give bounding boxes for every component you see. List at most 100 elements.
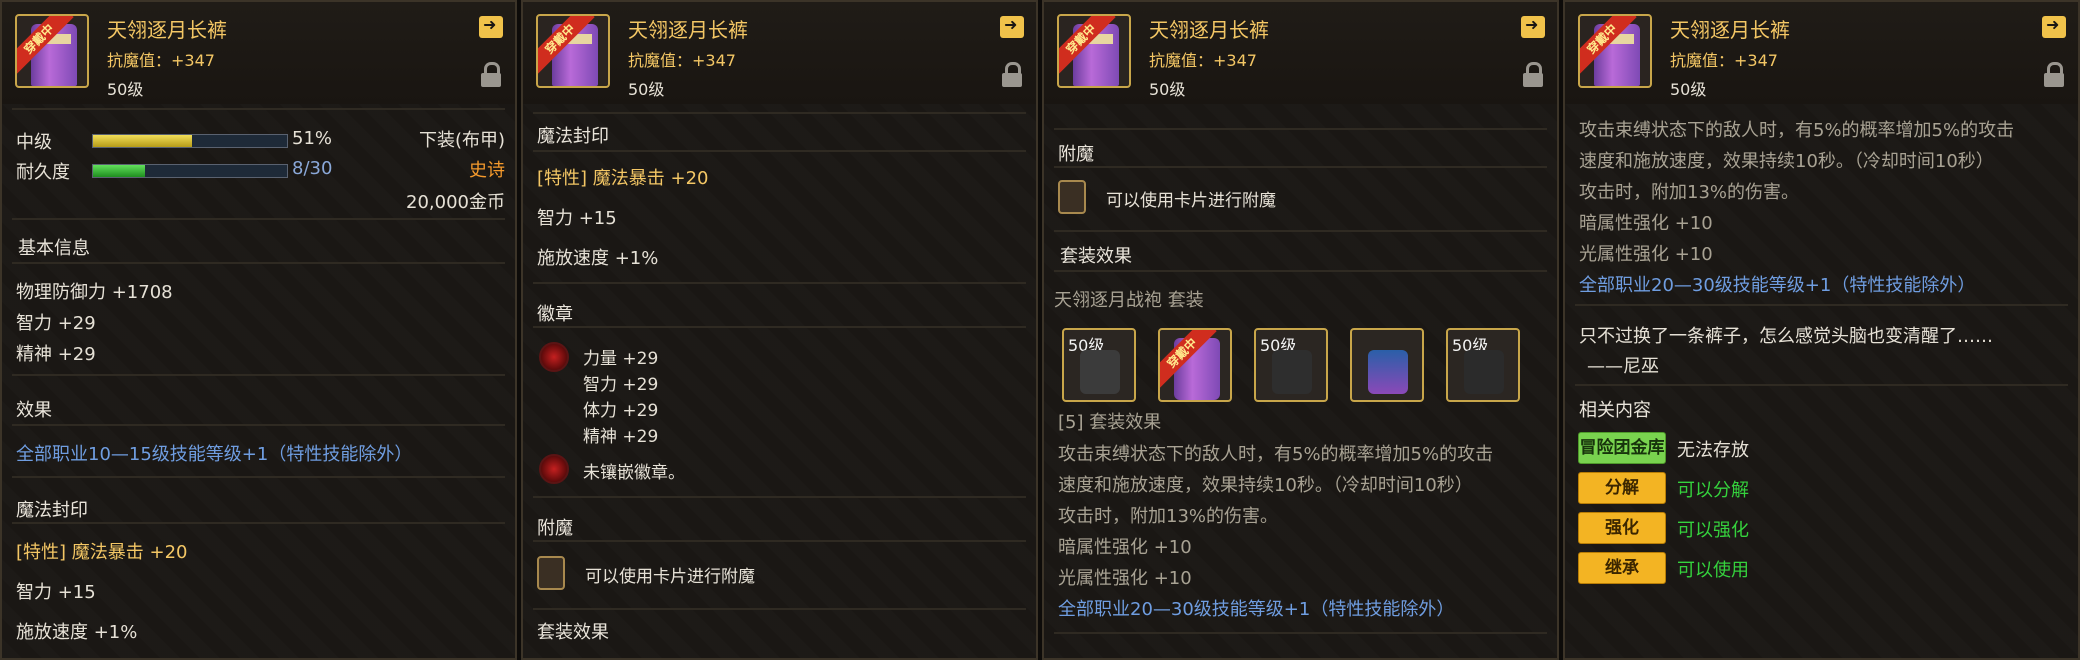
item-resist: 抗魔值：+347 [628, 51, 736, 70]
emblem-header: 徽章 [537, 304, 573, 325]
divider [1054, 230, 1547, 232]
share-icon[interactable] [1521, 15, 1545, 38]
item-header: 穿戴中 天翎逐月长裤 抗魔值：+347 50级 [1044, 2, 1557, 104]
item-name: 天翎逐月长裤 [628, 18, 748, 42]
set-effect-line: 暗属性强化 +10 [1579, 213, 1713, 234]
set-effect-header: 套装效果 [537, 622, 609, 643]
seal-line: 施放速度 +1% [537, 248, 659, 269]
set-effect-line: 光属性强化 +10 [1579, 244, 1713, 265]
divider [1575, 384, 2068, 386]
seal-line: [特性] 魔法暴击 +20 [16, 542, 188, 563]
enchant-header: 附魔 [1058, 144, 1094, 165]
stat-line: 精神 +29 [16, 344, 96, 365]
disassemble-status: 可以分解 [1677, 480, 1749, 501]
set-item-slot[interactable]: 50级 [1254, 328, 1328, 402]
divider [1054, 270, 1547, 272]
enchant-text: 可以使用卡片进行附魔 [585, 567, 755, 587]
set-effect-line: 攻击时，附加13%的伤害。 [1058, 506, 1279, 527]
item-header: 穿戴中 天翎逐月长裤 抗魔值：+347 50级 [2, 2, 515, 104]
item-icon: 穿戴中 [536, 14, 610, 88]
disassemble-button[interactable]: 分解 [1578, 472, 1666, 504]
vault-status: 无法存放 [1677, 440, 1749, 461]
set-effect-line: 光属性强化 +10 [1058, 568, 1192, 589]
emblem-socket-icon[interactable] [539, 342, 569, 372]
emblem-stat: 体力 +29 [583, 401, 659, 421]
item-name: 天翎逐月长裤 [1149, 18, 1269, 42]
stat-line: 智力 +29 [16, 313, 96, 334]
seal-header: 魔法封印 [537, 126, 609, 147]
emblem-stat: 智力 +29 [583, 375, 659, 395]
related-header: 相关内容 [1579, 400, 1651, 421]
share-icon[interactable] [2042, 15, 2066, 38]
seal-line: 智力 +15 [16, 582, 96, 603]
inherit-button[interactable]: 继承 [1578, 552, 1666, 584]
divider [533, 496, 1026, 498]
effect-header: 效果 [16, 400, 52, 421]
share-icon[interactable] [479, 15, 503, 38]
set-effect-line: 暗属性强化 +10 [1058, 537, 1192, 558]
set-effect-line: 攻击束缚状态下的敌人时，有5%的概率增加5%的攻击 [1058, 444, 1494, 465]
enhance-button[interactable]: 强化 [1578, 512, 1666, 544]
divider [12, 522, 505, 524]
grade-percent: 51% [292, 128, 333, 149]
divider [1575, 304, 2068, 306]
divider [12, 262, 505, 264]
shoes-icon [1464, 350, 1504, 394]
set-effect-line: 速度和施放速度，效果持续10秒。（冷却时间10秒） [1579, 151, 1994, 172]
seal-header: 魔法封印 [16, 500, 88, 521]
set-effect-line: 速度和施放速度，效果持续10秒。（冷却时间10秒） [1058, 475, 1473, 496]
divider [1054, 166, 1547, 168]
flavor-text: 只不过换了一条裤子，怎么感觉头脑也变清醒了…… [1579, 326, 1993, 347]
item-name: 天翎逐月长裤 [107, 18, 227, 42]
durability-label: 耐久度 [16, 162, 70, 183]
item-level: 50级 [107, 80, 144, 99]
shoulder-icon [1272, 350, 1312, 394]
lock-icon[interactable] [481, 62, 501, 88]
divider [533, 282, 1026, 284]
divider [533, 326, 1026, 328]
set-item-slot[interactable]: 50级 [1446, 328, 1520, 402]
item-price: 20,000金币 [406, 192, 505, 213]
item-level: 50级 [628, 80, 665, 99]
emblem-socket-icon[interactable] [539, 454, 569, 484]
durability-value: 8/30 [292, 158, 333, 179]
enhance-status: 可以强化 [1677, 520, 1749, 541]
lock-icon[interactable] [2044, 62, 2064, 88]
seal-line: 施放速度 +1% [16, 622, 138, 643]
set-item-slot[interactable]: 穿戴中 [1158, 328, 1232, 402]
divider [533, 112, 1026, 114]
item-icon: 穿戴中 [1578, 14, 1652, 88]
set-effect-header: 套装效果 [1060, 246, 1132, 267]
effect-line: 全部职业10—15级技能等级+1（特性技能除外） [16, 444, 413, 465]
durability-bar [92, 164, 288, 178]
lock-icon[interactable] [1002, 62, 1022, 88]
divider [12, 476, 505, 478]
tooltip-panel-1: 穿戴中 天翎逐月长裤 抗魔值：+347 50级 中级 51% 下装(布甲) 耐久… [0, 0, 517, 660]
divider [12, 108, 505, 110]
item-rarity: 史诗 [469, 160, 505, 181]
set-item-slot[interactable] [1350, 328, 1424, 402]
divider [533, 150, 1026, 152]
divider [12, 218, 505, 220]
lock-icon[interactable] [1523, 62, 1543, 88]
belt-icon [1368, 350, 1408, 394]
basic-info-header: 基本信息 [18, 238, 90, 259]
divider [1054, 632, 1547, 634]
set-effect-line: 攻击束缚状态下的敌人时，有5%的概率增加5%的攻击 [1579, 120, 2015, 141]
set-item-slot[interactable]: 50级 [1062, 328, 1136, 402]
set-skill-line: 全部职业20—30级技能等级+1（特性技能除外） [1579, 275, 1976, 296]
enchant-text: 可以使用卡片进行附魔 [1106, 191, 1276, 211]
item-level: 50级 [1149, 80, 1186, 99]
enchant-card-slot[interactable] [1058, 180, 1086, 214]
tooltip-panel-3: 穿戴中 天翎逐月长裤 抗魔值：+347 50级 附魔 可以使用卡片进行附魔 套装… [1042, 0, 1559, 660]
stat-line: 物理防御力 +1708 [16, 282, 173, 303]
enchant-card-slot[interactable] [537, 556, 565, 590]
set-name: 天翎逐月战袍 套装 [1054, 290, 1204, 311]
set-skill-line: 全部职业20—30级技能等级+1（特性技能除外） [1058, 599, 1455, 620]
share-icon[interactable] [1000, 15, 1024, 38]
divider [533, 608, 1026, 610]
emblem-stat: 精神 +29 [583, 427, 659, 447]
adventure-vault-button[interactable]: 冒险团金库 [1578, 432, 1666, 464]
grade-label: 中级 [16, 132, 52, 153]
divider [1054, 128, 1547, 130]
